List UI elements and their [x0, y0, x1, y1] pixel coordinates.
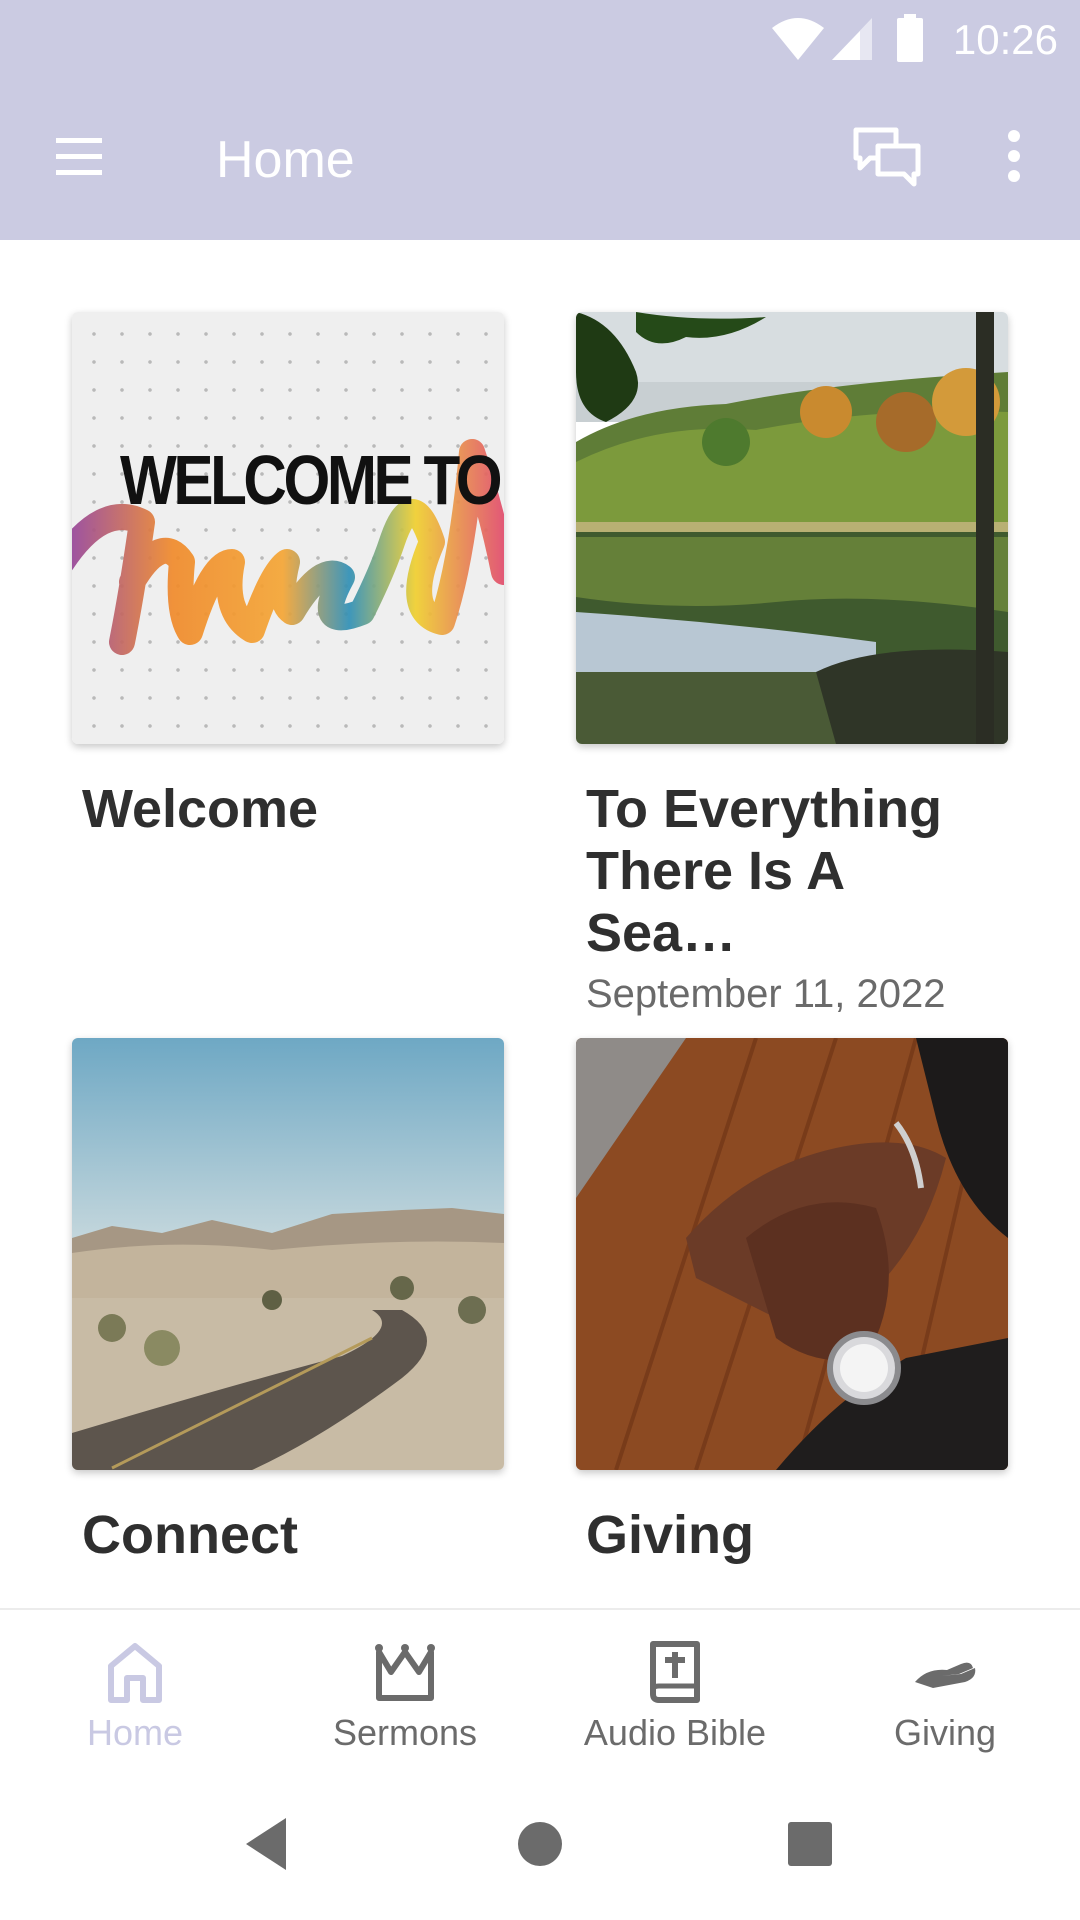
menu-button[interactable]	[46, 124, 118, 196]
card-title: Giving	[586, 1505, 755, 1565]
home-circle-icon[interactable]	[504, 1808, 576, 1880]
desert-road-photo	[72, 1038, 504, 1470]
crown-icon	[375, 1644, 435, 1701]
chat-button[interactable]	[850, 124, 930, 196]
card-image	[576, 1038, 1008, 1470]
nav-giving[interactable]: Giving	[810, 1610, 1080, 1770]
nav-audio-bible[interactable]: Audio Bible	[540, 1610, 810, 1770]
home-icon	[108, 1643, 162, 1703]
nav-label: Audio Bible	[583, 1712, 767, 1753]
card-image	[576, 312, 1008, 744]
nav-sermons[interactable]: Sermons	[270, 1610, 540, 1770]
card-image	[72, 1038, 504, 1470]
top-app-area: 10:26 Home	[0, 0, 1080, 240]
card-title: To Everything There Is A Sea…	[586, 779, 943, 963]
nav-label: Giving	[893, 1712, 997, 1753]
bottom-navigation: Home Sermons Audio Bible Giving	[0, 1608, 1080, 1770]
church-script-lettering	[72, 439, 504, 655]
page-title: Home	[216, 131, 355, 189]
hamburger-menu-icon	[56, 138, 102, 175]
nav-label: Home	[86, 1712, 184, 1753]
card-giving[interactable]: Giving	[576, 1038, 1008, 1566]
chat-bubbles-icon	[853, 127, 921, 187]
content-grid: WELCOME TO Welcome To Everything There I…	[0, 240, 1080, 1608]
nav-label: Sermons	[332, 1712, 478, 1753]
card-title: Connect	[82, 1505, 298, 1565]
hands-watch-photo	[576, 1038, 1008, 1470]
more-vert-icon	[1008, 130, 1020, 182]
bible-icon	[650, 1641, 700, 1703]
card-image: WELCOME TO	[72, 312, 504, 744]
welcome-heading: WELCOME TO	[120, 441, 503, 519]
giving-hand-icon	[915, 1662, 976, 1688]
status-bar: 10:26	[0, 0, 1080, 80]
system-navigation-bar	[0, 1768, 1080, 1920]
battery-icon	[897, 14, 923, 62]
card-to-everything[interactable]: To Everything There Is A Sea… September …	[576, 312, 1008, 1020]
wifi-icon	[772, 18, 824, 60]
lake-forest-photo	[576, 312, 1008, 744]
more-options-button[interactable]	[986, 124, 1046, 196]
back-icon[interactable]	[232, 1808, 304, 1880]
status-time: 10:26	[952, 16, 1058, 63]
nav-home[interactable]: Home	[0, 1610, 270, 1770]
app-bar: Home	[0, 80, 1080, 240]
recents-square-icon[interactable]	[774, 1808, 846, 1880]
welcome-to-church-graphic: WELCOME TO	[72, 312, 504, 744]
card-connect[interactable]: Connect	[72, 1038, 504, 1566]
card-welcome[interactable]: WELCOME TO Welcome	[72, 312, 504, 840]
card-title: Welcome	[82, 779, 319, 839]
cell-signal-icon	[832, 18, 872, 60]
card-date: September 11, 2022	[586, 972, 946, 1016]
